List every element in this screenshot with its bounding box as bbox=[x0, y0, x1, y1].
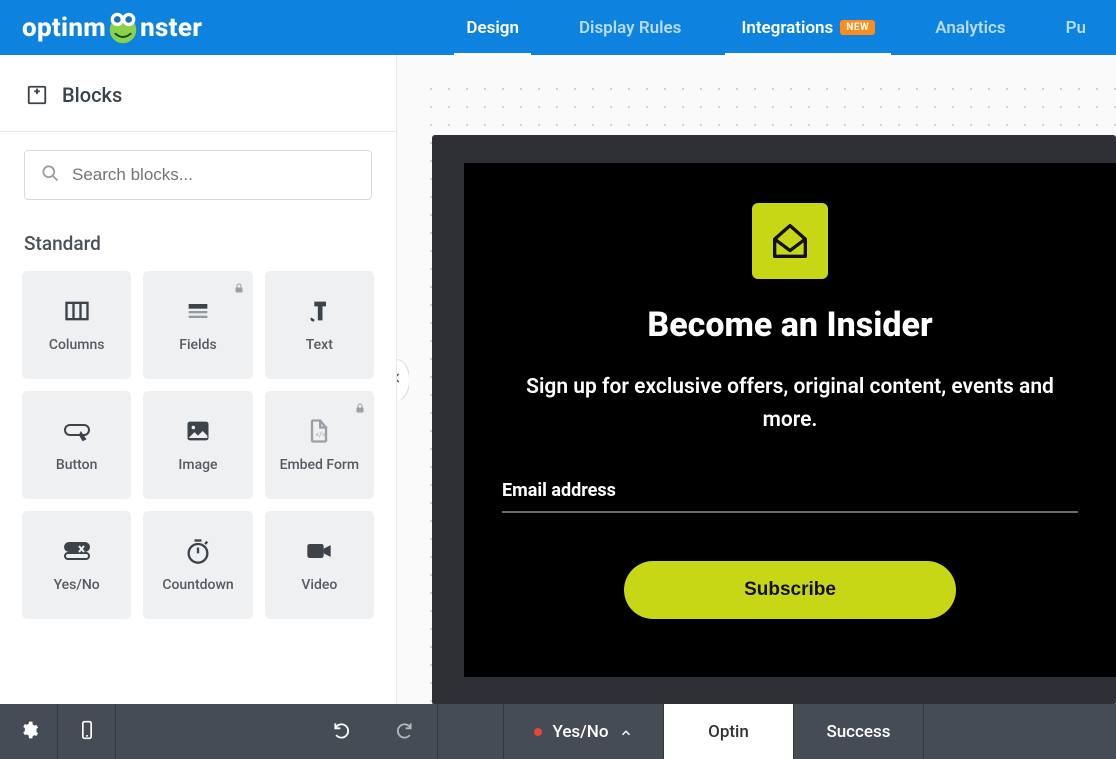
popup-subheading[interactable]: Sign up for exclusive offers, original c… bbox=[510, 371, 1070, 436]
image-icon bbox=[184, 417, 212, 445]
search-icon bbox=[40, 163, 60, 187]
nav-publish[interactable]: Pu bbox=[1036, 0, 1116, 55]
save-button[interactable] bbox=[438, 704, 504, 759]
top-nav: Design Display Rules Integrations NEW An… bbox=[436, 0, 1116, 55]
block-columns[interactable]: Columns bbox=[22, 271, 131, 379]
video-icon bbox=[305, 537, 333, 565]
undo-button[interactable] bbox=[332, 720, 352, 744]
block-label: Text bbox=[306, 337, 333, 353]
step-yes-no[interactable]: Yes/No bbox=[504, 704, 664, 759]
block-video[interactable]: Video bbox=[265, 511, 374, 619]
yes-no-icon bbox=[63, 537, 91, 565]
sidebar-title: Blocks bbox=[62, 83, 122, 107]
popup-frame: Become an Insider Sign up for exclusive … bbox=[432, 135, 1116, 704]
block-label: Countdown bbox=[162, 577, 233, 593]
block-image[interactable]: Image bbox=[143, 391, 252, 499]
step-yesno-label: Yes/No bbox=[552, 722, 608, 742]
embed-form-icon: </> bbox=[305, 417, 333, 445]
gear-icon bbox=[19, 720, 39, 744]
block-label: Fields bbox=[179, 337, 216, 353]
brand-mascot-icon bbox=[104, 9, 142, 47]
block-fields[interactable]: Fields bbox=[143, 271, 252, 379]
sidebar-blocks: Blocks Standard Columns bbox=[0, 55, 397, 704]
block-label: Embed Form bbox=[280, 457, 360, 473]
button-icon bbox=[63, 417, 91, 445]
brand-text-part1: optinm bbox=[22, 13, 106, 43]
nav-display-rules[interactable]: Display Rules bbox=[549, 0, 711, 55]
block-label: Video bbox=[301, 577, 337, 593]
design-canvas[interactable]: Become an Insider Sign up for exclusive … bbox=[397, 55, 1116, 704]
mobile-icon bbox=[77, 720, 97, 744]
status-dot-icon bbox=[534, 728, 542, 736]
block-label: Yes/No bbox=[54, 577, 100, 593]
lock-icon bbox=[233, 279, 245, 293]
subscribe-button[interactable]: Subscribe bbox=[624, 561, 956, 619]
bottom-bar: Yes/No Optin Success bbox=[0, 704, 1116, 759]
chevron-up-icon bbox=[619, 725, 633, 739]
step-optin-label: Optin bbox=[708, 722, 749, 742]
sidebar-header: Blocks bbox=[0, 55, 396, 132]
block-label: Columns bbox=[49, 337, 105, 353]
popup-preview[interactable]: Become an Insider Sign up for exclusive … bbox=[464, 163, 1116, 677]
fields-icon bbox=[184, 297, 212, 325]
history-controls bbox=[308, 704, 438, 759]
step-success-label: Success bbox=[826, 722, 890, 742]
block-countdown[interactable]: Countdown bbox=[143, 511, 252, 619]
envelope-icon bbox=[752, 203, 828, 279]
text-icon bbox=[305, 297, 333, 325]
bottom-right-spacer bbox=[924, 704, 1116, 759]
nav-design[interactable]: Design bbox=[436, 0, 549, 55]
nav-analytics[interactable]: Analytics bbox=[905, 0, 1035, 55]
block-embed-form[interactable]: </> Embed Form bbox=[265, 391, 374, 499]
email-label: Email address bbox=[502, 480, 616, 501]
new-badge: NEW bbox=[840, 20, 875, 35]
brand-text-part2: nster bbox=[140, 13, 202, 43]
nav-integrations-label: Integrations bbox=[741, 18, 833, 38]
search-blocks[interactable] bbox=[24, 150, 372, 200]
bottom-spacer bbox=[116, 704, 308, 759]
blocks-icon bbox=[26, 84, 48, 106]
lock-icon bbox=[354, 399, 366, 413]
step-success[interactable]: Success bbox=[794, 704, 924, 759]
search-input[interactable] bbox=[72, 165, 356, 185]
block-label: Image bbox=[178, 457, 217, 473]
email-field[interactable]: Email address bbox=[502, 480, 1078, 513]
countdown-icon bbox=[184, 537, 212, 565]
nav-integrations[interactable]: Integrations NEW bbox=[711, 0, 905, 55]
step-optin[interactable]: Optin bbox=[664, 704, 794, 759]
brand-logo[interactable]: optinm nster bbox=[22, 9, 202, 47]
top-bar: optinm nster Design Display Rules Integr… bbox=[0, 0, 1116, 55]
redo-button[interactable] bbox=[394, 720, 414, 744]
columns-icon bbox=[63, 297, 91, 325]
undo-icon bbox=[332, 725, 352, 744]
block-label: Button bbox=[56, 457, 98, 473]
redo-icon bbox=[394, 725, 414, 744]
popup-heading[interactable]: Become an Insider bbox=[502, 305, 1078, 345]
blocks-grid: Columns Fields Text bbox=[0, 271, 396, 639]
main-area: Blocks Standard Columns bbox=[0, 55, 1116, 704]
svg-text:</>: </> bbox=[316, 431, 326, 439]
mobile-preview-button[interactable] bbox=[58, 704, 116, 759]
section-standard-title: Standard bbox=[0, 206, 396, 271]
block-button[interactable]: Button bbox=[22, 391, 131, 499]
block-text[interactable]: Text bbox=[265, 271, 374, 379]
block-yes-no[interactable]: Yes/No bbox=[22, 511, 131, 619]
settings-button[interactable] bbox=[0, 704, 58, 759]
